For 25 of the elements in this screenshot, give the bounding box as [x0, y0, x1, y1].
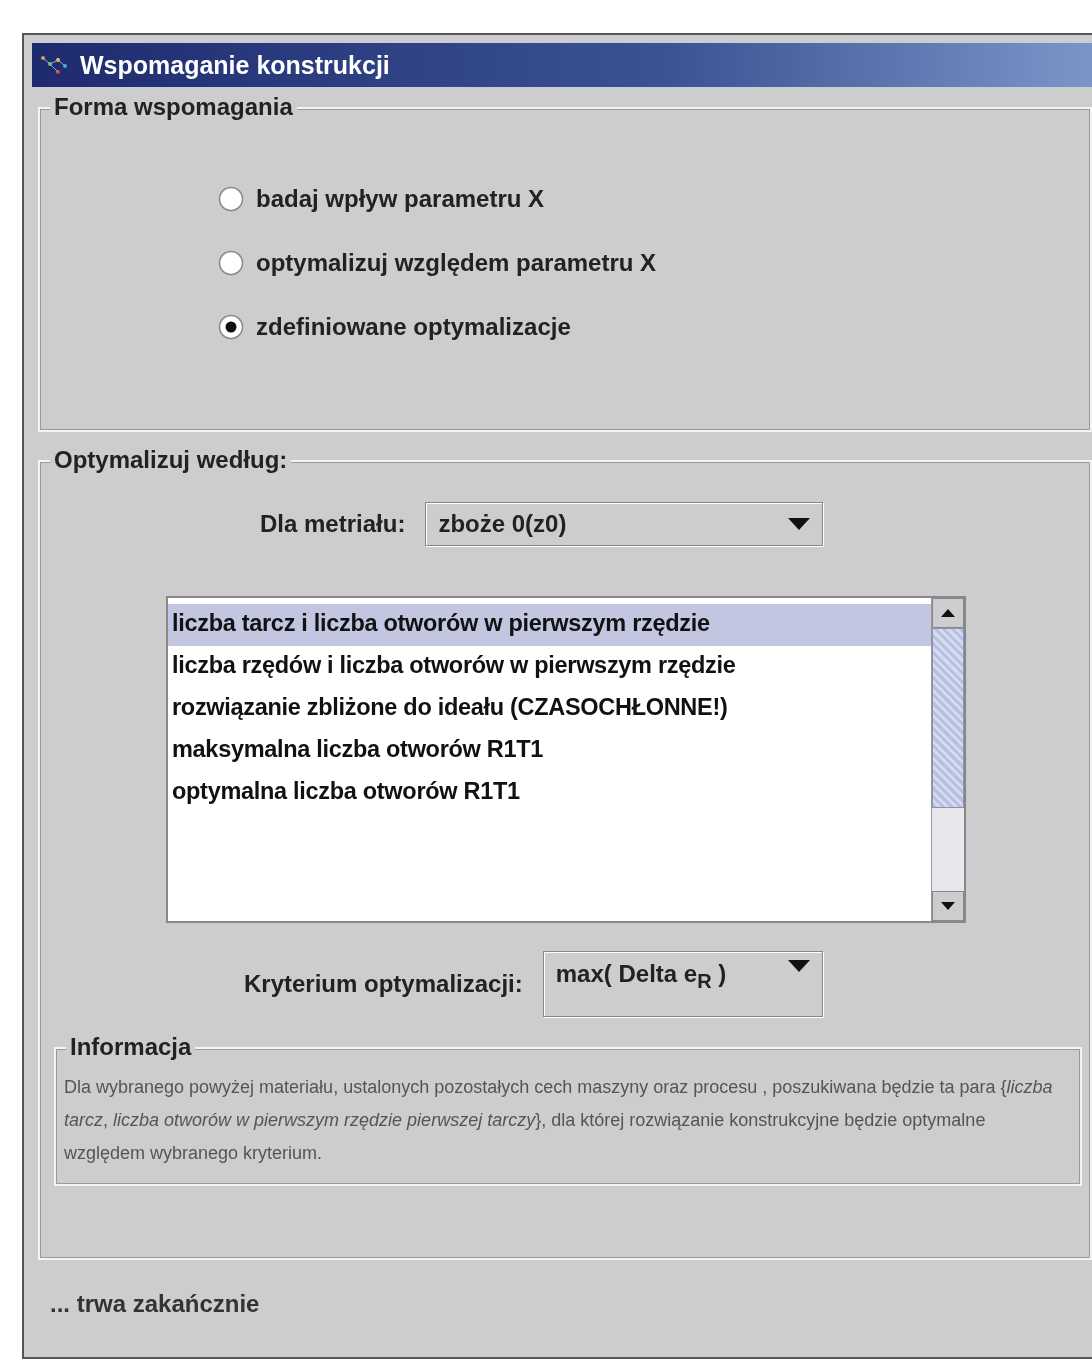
radio-button[interactable]: [218, 186, 244, 212]
radio-option[interactable]: zdefiniowane optymalizacje: [218, 313, 1090, 341]
radio-button[interactable]: [218, 250, 244, 276]
radio-button[interactable]: [218, 314, 244, 340]
down-arrow-icon: [941, 902, 955, 910]
radio-option[interactable]: badaj wpływ parametru X: [218, 185, 1090, 213]
status-text: ... trwa zakańcznie: [50, 1290, 261, 1318]
window-title: Wspomaganie konstrukcji: [80, 50, 390, 80]
caret-icon: [787, 960, 810, 972]
up-arrow-icon: [941, 609, 955, 617]
list-item[interactable]: liczba rzędów i liczba otworów w pierwszym rzędzie: [168, 646, 931, 688]
info-text: Dla wybranego powyżej materiału, ustalonych pozostałych cech maszyny oraz procesu , poszukiwana będzie ta para {liczba tarcz, liczba otworów w pierwszym rzędzie pierwszej tarczy}, dla której rozwiązanie konstrukcyjne będzie optymalne względem wybranego kryterium.: [64, 1076, 1054, 1165]
selected-value: zboże 0(z0): [438, 510, 568, 538]
material-dropdown[interactable]: zboże 0(z0): [425, 502, 824, 546]
field-label: Kryterium optymalizacji:: [244, 970, 523, 998]
radio-option[interactable]: optymalizuj względem parametru X: [218, 249, 1090, 277]
list-item[interactable]: rozwiązanie zbliżone do ideału (CZASOCHŁONNE!): [168, 688, 931, 730]
selected-value: max( Delta e$_{R}$ ): [555, 960, 728, 993]
list-item[interactable]: liczba tarcz i liczba otworów w pierwszym rzędzie: [168, 604, 931, 646]
scrollbar[interactable]: [931, 598, 964, 921]
list-item[interactable]: optymalna liczba otworów R1T1: [168, 772, 931, 814]
caret-icon: [788, 518, 811, 530]
field-label: Dla metriału:: [260, 510, 406, 538]
criterion-dropdown[interactable]: max( Delta e$_{R}$ ): [542, 951, 823, 1017]
list-item[interactable]: maksymalna liczba otworów R1T1: [168, 730, 931, 772]
